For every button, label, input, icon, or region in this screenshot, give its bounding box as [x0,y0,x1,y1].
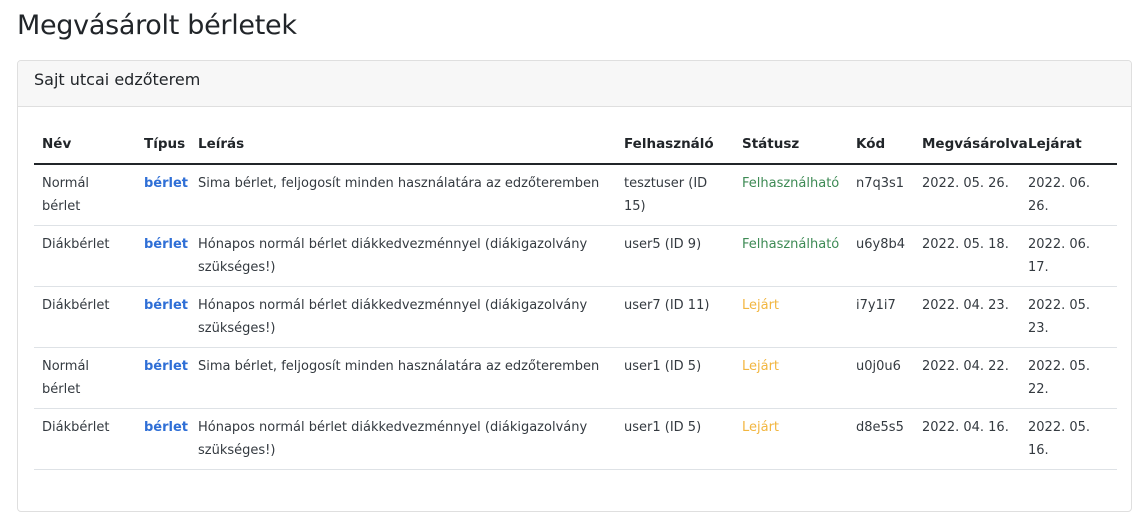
cell-user: user1 (ID 5) [616,347,734,409]
col-header-type: Típus [136,127,190,165]
cell-code: i7y1i7 [848,286,914,348]
card-header: Sajt utcai edzőterem [18,61,1131,107]
col-header-user: Felhasználó [616,127,734,165]
cell-description: Hónapos normál bérlet diákkedvezménnyel … [190,286,616,348]
cell-purchased: 2022. 05. 26. [914,164,1020,226]
cell-name: Normál bérlet [34,164,136,226]
table-header-row: Név Típus Leírás Felhasználó Státusz Kód… [34,127,1117,165]
type-link[interactable]: bérlet [144,298,188,313]
gym-card: Sajt utcai edzőterem Név Típus Leírás Fe… [17,60,1132,512]
cell-code: u6y8b4 [848,225,914,287]
col-header-purchased: Megvásárolva [914,127,1028,165]
table-row: Normál bérlet bérlet Sima bérlet, feljog… [34,347,1117,409]
cell-expires: 2022. 05. 22. [1020,347,1117,409]
cell-user: tesztuser (ID 15) [616,164,734,226]
status-badge: Lejárt [734,347,848,409]
cell-user: user7 (ID 11) [616,286,734,348]
cell-purchased: 2022. 04. 22. [914,347,1020,409]
page-title: Megvásárolt bérletek [17,10,297,41]
type-link[interactable]: bérlet [144,420,188,435]
table-row: Diákbérlet bérlet Hónapos normál bérlet … [34,408,1117,470]
cell-name: Normál bérlet [34,347,136,409]
status-badge: Felhasználható [734,225,848,287]
table-row: Normál bérlet bérlet Sima bérlet, feljog… [34,164,1117,226]
cell-description: Hónapos normál bérlet diákkedvezménnyel … [190,225,616,287]
cell-name: Diákbérlet [34,286,136,348]
table-row: Diákbérlet bérlet Hónapos normál bérlet … [34,286,1117,348]
cell-description: Sima bérlet, feljogosít minden használat… [190,347,616,409]
col-header-expires: Lejárat [1020,127,1117,165]
passes-table: Név Típus Leírás Felhasználó Státusz Kód… [34,127,1117,470]
col-header-name: Név [34,127,136,165]
card-body: Név Típus Leírás Felhasználó Státusz Kód… [18,127,1131,470]
cell-expires: 2022. 06. 26. [1020,164,1117,226]
cell-code: u0j0u6 [848,347,914,409]
cell-user: user5 (ID 9) [616,225,734,287]
table-row: Diákbérlet bérlet Hónapos normál bérlet … [34,225,1117,287]
cell-name: Diákbérlet [34,408,136,470]
cell-description: Sima bérlet, feljogosít minden használat… [190,164,616,226]
status-badge: Felhasználható [734,164,848,226]
cell-purchased: 2022. 05. 18. [914,225,1020,287]
col-header-code: Kód [848,127,914,165]
col-header-status: Státusz [734,127,848,165]
cell-expires: 2022. 05. 23. [1020,286,1117,348]
cell-code: d8e5s5 [848,408,914,470]
cell-purchased: 2022. 04. 16. [914,408,1020,470]
type-link[interactable]: bérlet [144,359,188,374]
status-badge: Lejárt [734,286,848,348]
type-link[interactable]: bérlet [144,237,188,252]
status-badge: Lejárt [734,408,848,470]
cell-expires: 2022. 05. 16. [1020,408,1117,470]
col-header-description: Leírás [190,127,616,165]
cell-name: Diákbérlet [34,225,136,287]
cell-code: n7q3s1 [848,164,914,226]
cell-description: Hónapos normál bérlet diákkedvezménnyel … [190,408,616,470]
cell-expires: 2022. 06. 17. [1020,225,1117,287]
type-link[interactable]: bérlet [144,176,188,191]
cell-user: user1 (ID 5) [616,408,734,470]
cell-purchased: 2022. 04. 23. [914,286,1020,348]
